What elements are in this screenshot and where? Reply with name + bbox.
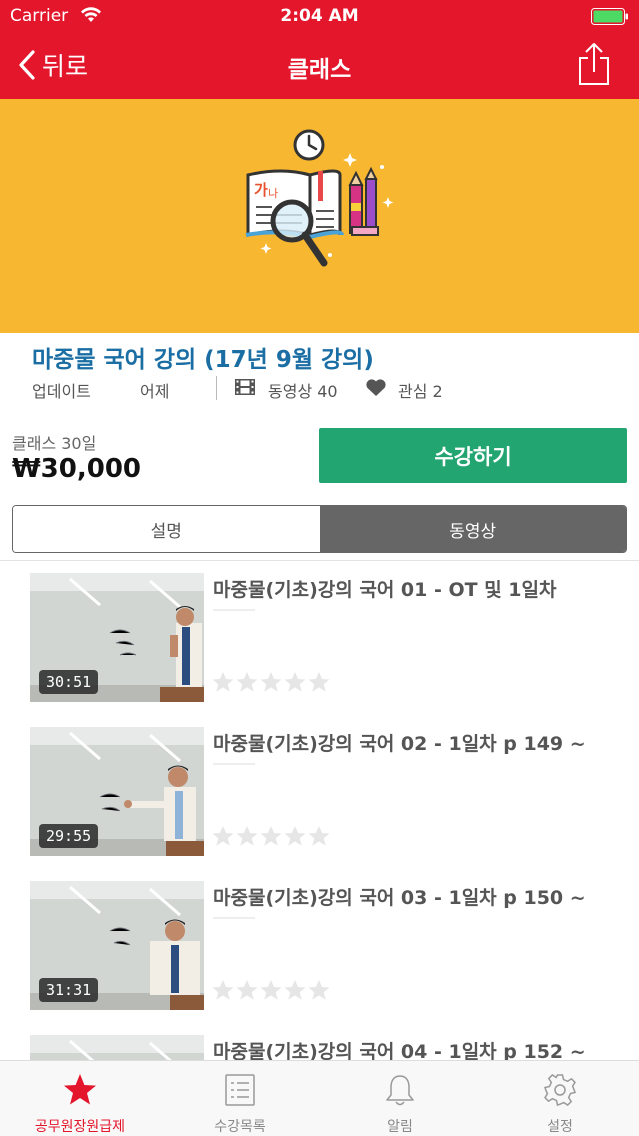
- segment-control: 설명 동영상: [12, 505, 627, 553]
- divider: [0, 560, 639, 561]
- update-label: 업데이트: [32, 382, 91, 401]
- video-thumbnail: 29:55: [30, 727, 204, 856]
- tab-bar-label: 수강목록: [214, 1119, 266, 1135]
- title-underline: [213, 763, 255, 765]
- star-icon: [212, 826, 234, 846]
- page-title: 클래스: [287, 57, 352, 83]
- title-underline: [213, 917, 255, 919]
- star-icon: [284, 672, 306, 692]
- rating-stars: [212, 672, 330, 692]
- tab-bar-label: 알림: [387, 1119, 413, 1135]
- star-icon: [64, 1074, 96, 1105]
- video-thumbnail: 31:31: [30, 881, 204, 1010]
- tab-bar: 공무원장원급제 수강목록 알림 설정: [0, 1060, 639, 1136]
- meta-divider: [216, 376, 217, 400]
- heart-icon[interactable]: [365, 378, 387, 397]
- list-icon: [225, 1074, 255, 1106]
- share-icon[interactable]: [577, 42, 611, 86]
- tab-description[interactable]: 설명: [13, 506, 320, 552]
- tab-bar-label: 공무원장원급제: [34, 1119, 126, 1135]
- star-icon: [308, 672, 330, 692]
- gear-icon: [544, 1074, 576, 1106]
- navigation-bar: Carrier 2:04 AM 뒤로 클래스: [0, 0, 639, 99]
- video-title: 마중물(기초)강의 국어 01 - OT 및 1일차: [213, 579, 557, 601]
- status-time: 2:04 AM: [280, 6, 359, 26]
- course-banner: 가 나: [0, 99, 639, 333]
- video-thumbnail: 30:51: [30, 573, 204, 702]
- battery-icon: [591, 8, 628, 25]
- status-bar: Carrier 2:04 AM: [0, 0, 639, 32]
- svg-text:나: 나: [268, 187, 278, 200]
- tab-videos[interactable]: 동영상: [319, 506, 626, 552]
- video-duration: 29:55: [39, 824, 99, 848]
- star-icon: [236, 826, 258, 846]
- title-underline: [213, 609, 255, 611]
- like-count: 관심 2: [398, 382, 443, 401]
- video-title: 마중물(기초)강의 국어 02 - 1일차 p 149 ~: [213, 733, 586, 755]
- video-duration: 31:31: [39, 978, 99, 1002]
- rating-stars: [212, 980, 330, 1000]
- star-icon: [308, 826, 330, 846]
- star-icon: [284, 826, 306, 846]
- star-icon: [260, 980, 282, 1000]
- video-title: 마중물(기초)강의 국어 03 - 1일차 p 150 ~: [213, 887, 586, 909]
- update-value: 어제: [140, 382, 170, 401]
- list-item[interactable]: 31:31 마중물(기초)강의 국어 03 - 1일차 p 150 ~: [0, 879, 639, 1010]
- star-icon: [236, 980, 258, 1000]
- book-magnifier-illustration: 가 나: [245, 129, 394, 267]
- bell-icon: [386, 1075, 414, 1106]
- course-title: 마중물 국어 강의 (17년 9월 강의): [32, 347, 374, 373]
- list-item[interactable]: 30:51 마중물(기초)강의 국어 01 - OT 및 1일차: [0, 571, 639, 702]
- course-price: ₩30,000: [12, 454, 142, 484]
- tab-bar-item-courses[interactable]: 수강목록: [160, 1061, 320, 1136]
- tab-bar-item-settings[interactable]: 설정: [480, 1061, 639, 1136]
- rating-stars: [212, 826, 330, 846]
- star-icon: [284, 980, 306, 1000]
- video-count: 동영상 40: [268, 382, 338, 401]
- tab-bar-item-notifications[interactable]: 알림: [320, 1061, 480, 1136]
- star-icon: [212, 672, 234, 692]
- tab-bar-item-home[interactable]: 공무원장원급제: [0, 1061, 160, 1136]
- class-period: 클래스 30일: [12, 434, 97, 453]
- star-icon: [260, 672, 282, 692]
- video-duration: 30:51: [39, 670, 99, 694]
- star-icon: [236, 672, 258, 692]
- tab-bar-label: 설정: [547, 1119, 573, 1135]
- star-icon: [212, 980, 234, 1000]
- star-icon: [308, 980, 330, 1000]
- enroll-button[interactable]: 수강하기: [319, 428, 627, 483]
- svg-text:가: 가: [254, 181, 268, 199]
- film-icon: [235, 379, 255, 395]
- screen: Carrier 2:04 AM 뒤로 클래스 가 나 마중물 국어 강의 (17…: [0, 0, 639, 1136]
- list-item[interactable]: 29:55 마중물(기초)강의 국어 02 - 1일차 p 149 ~: [0, 725, 639, 856]
- star-icon: [260, 826, 282, 846]
